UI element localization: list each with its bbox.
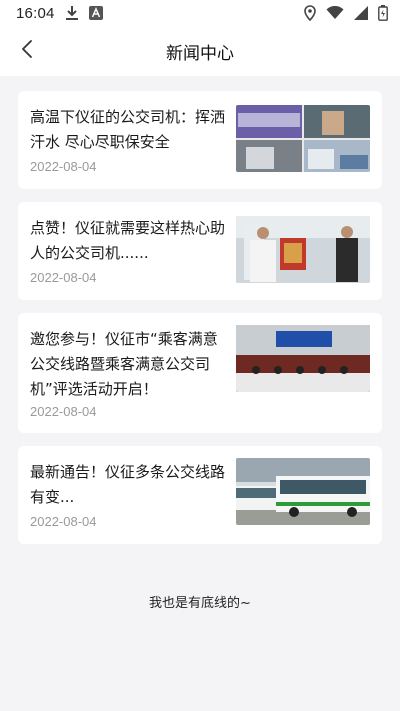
news-card[interactable]: 点赞！仪征就需要这样热心助人的公交司机...... 2022-08-04 xyxy=(18,202,382,300)
end-of-list-text: 我也是有底线的~ xyxy=(149,596,251,611)
location-icon xyxy=(304,5,316,21)
app-bar: 新闻中心 xyxy=(0,26,400,76)
news-title: 邀您参与！仪征市“乘客满意公交线路暨乘客满意公交司机”评选活动开启！ xyxy=(30,330,218,398)
back-button[interactable] xyxy=(10,34,44,68)
news-thumbnail xyxy=(236,105,370,172)
news-thumbnail xyxy=(236,216,370,283)
battery-icon xyxy=(378,5,388,21)
news-date: 2022-08-04 xyxy=(30,159,97,174)
status-time: 16:04 xyxy=(16,4,55,22)
status-bar: 16:04 xyxy=(0,0,400,26)
download-icon xyxy=(65,5,79,21)
news-title: 最新通告！仪征多条公交线路有变... xyxy=(30,463,226,506)
wifi-icon xyxy=(326,6,344,20)
signal-icon xyxy=(354,6,368,20)
news-date: 2022-08-04 xyxy=(30,404,97,419)
news-date: 2022-08-04 xyxy=(30,514,97,529)
font-a-icon xyxy=(88,6,103,20)
chevron-left-icon xyxy=(21,39,33,63)
news-thumbnail xyxy=(236,458,370,525)
page-title: 新闻中心 xyxy=(166,43,234,64)
news-card[interactable]: 最新通告！仪征多条公交线路有变... 2022-08-04 xyxy=(18,446,382,544)
news-date: 2022-08-04 xyxy=(30,270,97,285)
news-title: 点赞！仪征就需要这样热心助人的公交司机...... xyxy=(30,219,226,262)
news-title: 高温下仪征的公交司机：挥洒汗水 尽心尽职保安全 xyxy=(30,108,226,151)
news-card[interactable]: 邀您参与！仪征市“乘客满意公交线路暨乘客满意公交司机”评选活动开启！ 2022-… xyxy=(18,313,382,433)
news-card[interactable]: 高温下仪征的公交司机：挥洒汗水 尽心尽职保安全 2022-08-04 xyxy=(18,91,382,189)
news-thumbnail xyxy=(236,325,370,392)
